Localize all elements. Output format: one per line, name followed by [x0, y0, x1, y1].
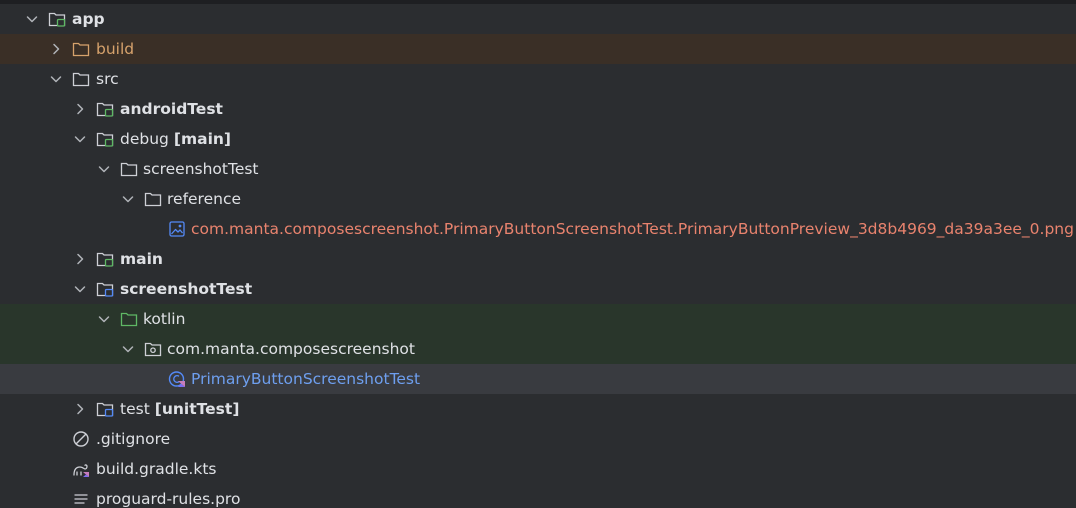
chevron-down-icon[interactable] [72, 131, 88, 147]
tree-row-label: build.gradle.kts [96, 460, 217, 478]
folder-name: debug [120, 130, 169, 148]
tree-row-build[interactable]: build [0, 34, 1076, 64]
chevron-down-icon[interactable] [96, 161, 112, 177]
tree-row-label: screenshotTest [143, 160, 259, 178]
kotlin-test-class-icon [168, 370, 186, 388]
chevron-down-icon[interactable] [72, 281, 88, 297]
tree-row-test[interactable]: test [unitTest] [0, 394, 1076, 424]
module-folder-icon [48, 10, 66, 28]
tree-row-label: com.manta.composescreenshot [167, 340, 415, 358]
tree-row-gitignore[interactable]: .gitignore [0, 424, 1076, 454]
tree-row-label: kotlin [143, 310, 186, 328]
source-set-suffix: [main] [173, 130, 232, 148]
chevron-down-icon[interactable] [120, 191, 136, 207]
tree-row-package[interactable]: com.manta.composescreenshot [0, 334, 1076, 364]
gradle-file-icon [72, 460, 90, 478]
tree-row-src[interactable]: src [0, 64, 1076, 94]
tree-row-kotlin[interactable]: kotlin [0, 304, 1076, 334]
tree-row-build-gradle-kts[interactable]: build.gradle.kts [0, 454, 1076, 484]
folder-icon [72, 40, 90, 58]
tree-row-reference[interactable]: reference [0, 184, 1076, 214]
tree-row-screenshottest[interactable]: screenshotTest [0, 274, 1076, 304]
module-folder-icon [96, 280, 114, 298]
tree-row-main[interactable]: main [0, 244, 1076, 274]
tree-row-reference-png[interactable]: com.manta.composescreenshot.PrimaryButto… [0, 214, 1076, 244]
tree-row-label: reference [167, 190, 242, 208]
tree-row-label: screenshotTest [120, 280, 253, 298]
chevron-right-icon[interactable] [72, 401, 88, 417]
tree-row-label: .gitignore [96, 430, 171, 448]
tree-row-label: proguard-rules.pro [96, 490, 241, 508]
module-folder-icon [96, 400, 114, 418]
source-set-suffix: [unitTest] [154, 400, 240, 418]
ignore-file-icon [72, 430, 90, 448]
folder-name: test [120, 400, 150, 418]
module-folder-icon [96, 100, 114, 118]
chevron-down-icon[interactable] [48, 71, 64, 87]
test-root-folder-icon [120, 310, 138, 328]
chevron-down-icon[interactable] [24, 11, 40, 27]
tree-row-label: src [96, 70, 119, 88]
chevron-right-icon[interactable] [72, 101, 88, 117]
folder-icon [144, 190, 162, 208]
tree-row-label: androidTest [120, 100, 223, 118]
image-file-icon [168, 220, 186, 238]
folder-icon [120, 160, 138, 178]
tree-row-label: test [unitTest] [120, 399, 239, 419]
chevron-right-icon[interactable] [72, 251, 88, 267]
text-file-icon [72, 490, 90, 508]
project-tree: app build src androidTest debug [main] s… [0, 0, 1076, 508]
chevron-right-icon[interactable] [48, 41, 64, 57]
chevron-down-icon[interactable] [96, 311, 112, 327]
tree-row-app[interactable]: app [0, 4, 1076, 34]
package-icon [144, 340, 162, 358]
tree-row-proguard-rules[interactable]: proguard-rules.pro [0, 484, 1076, 508]
tree-row-label: build [96, 40, 135, 58]
tree-row-debug[interactable]: debug [main] [0, 124, 1076, 154]
tree-row-label: app [72, 10, 105, 28]
tree-row-androidtest[interactable]: androidTest [0, 94, 1076, 124]
tree-row-label: main [120, 250, 163, 268]
chevron-down-icon[interactable] [120, 341, 136, 357]
tree-row-label: PrimaryButtonScreenshotTest [191, 370, 421, 388]
tree-row-label: debug [main] [120, 129, 231, 149]
module-folder-icon [96, 130, 114, 148]
tree-row-screenshottest-debug[interactable]: screenshotTest [0, 154, 1076, 184]
module-folder-icon [96, 250, 114, 268]
tree-row-primary-button-screenshot-test[interactable]: PrimaryButtonScreenshotTest [0, 364, 1076, 394]
folder-icon [72, 70, 90, 88]
tree-row-label: com.manta.composescreenshot.PrimaryButto… [191, 220, 1074, 238]
